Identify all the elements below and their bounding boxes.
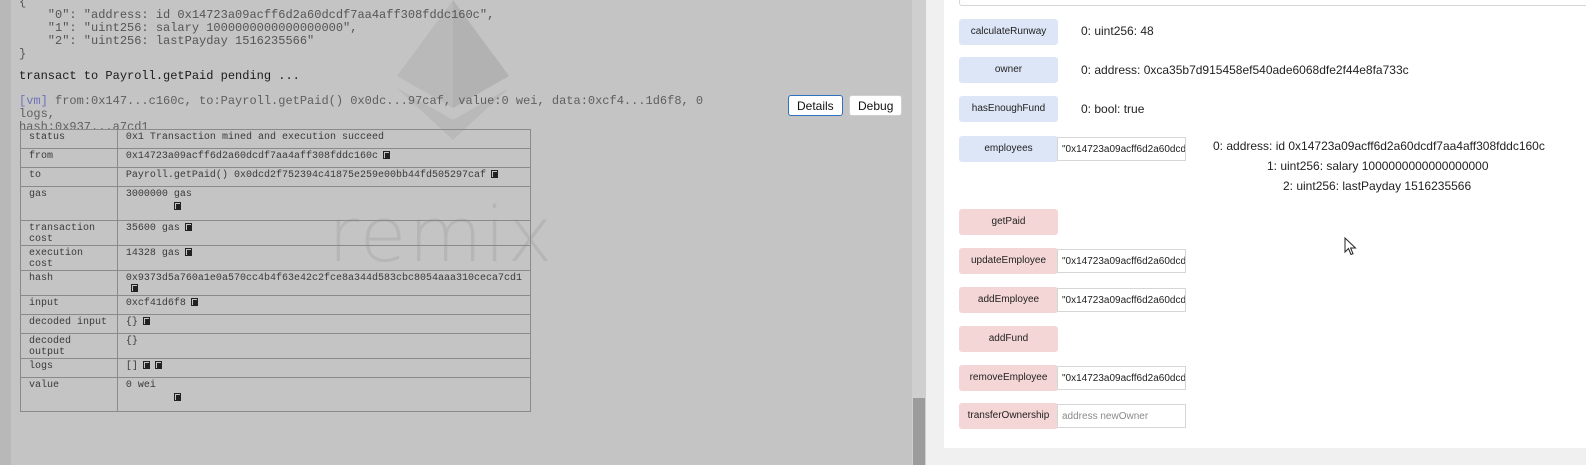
owner-button[interactable]: owner xyxy=(959,57,1058,83)
tx-value: 0xcf41d6f8 xyxy=(125,298,186,309)
tx-value-cell: 0xcf41d6f8 xyxy=(116,295,532,315)
contract-functions-panel: calculateRunway 0: uint256: 48 owner 0: … xyxy=(944,0,1586,448)
owner-result: 0: address: 0xca35b7d915458ef540ade6068d… xyxy=(1081,63,1409,77)
employees-input[interactable]: "0x14723a09acff6d2a60dcdf7aa4aff308fddc1… xyxy=(1057,137,1186,161)
tx-row: from 0x14723a09acff6d2a60dcdf7aa4aff308fd… xyxy=(20,148,532,168)
copy-icon[interactable] xyxy=(490,170,498,178)
copy-icon[interactable] xyxy=(184,248,192,256)
terminal-gutter xyxy=(0,0,11,465)
tx-row: transaction cost 35600 gas xyxy=(20,220,532,246)
tx-value: Payroll.getPaid() 0x0dcd2f752394c41875e2… xyxy=(125,170,486,181)
tx-value: 0x14723a09acff6d2a60dcdf7aa4aff308fddc16… xyxy=(125,151,378,162)
tx-key: gas xyxy=(20,186,118,221)
tx-key: input xyxy=(20,295,118,315)
json-line: "0": "address: id 0x14723a09acff6d2a60dc… xyxy=(19,8,495,22)
employees-result-line: 2: uint256: lastPayday 1516235566 xyxy=(1283,179,1472,193)
vm-tag: [vm] xyxy=(19,94,48,108)
tx-value-cell: 0x9373d5a760a1e0a570cc4b4f63e42c2fce8a34… xyxy=(116,270,532,296)
tx-value-cell: {} xyxy=(116,333,532,359)
tx-value-cell: 3000000 gas xyxy=(116,186,532,221)
tx-value: {} xyxy=(125,317,138,328)
terminal-pane: remix { "0": "address: id 0x14723a09acff… xyxy=(0,0,926,465)
tx-key: from xyxy=(20,148,118,168)
tx-row: input 0xcf41d6f8 xyxy=(20,295,532,315)
tx-value-cell: Payroll.getPaid() 0x0dcd2f752394c41875e2… xyxy=(116,167,532,187)
tx-row: logs [] xyxy=(20,358,532,378)
copy-icon[interactable] xyxy=(382,151,390,159)
tx-value-cell: 0x14723a09acff6d2a60dcdf7aa4aff308fddc16… xyxy=(116,148,532,168)
update-employee-button[interactable]: updateEmployee xyxy=(959,248,1058,274)
tx-key: value xyxy=(20,377,118,412)
tx-row: decoded output {} xyxy=(20,333,532,359)
tx-key: decoded output xyxy=(20,333,118,359)
copy-icon[interactable] xyxy=(173,202,181,210)
tx-value-cell: 35600 gas xyxy=(116,220,532,246)
vm-log-text: from:0x147...c160c, to:Payroll.getPaid()… xyxy=(19,94,704,121)
tx-value: 3000000 gas xyxy=(125,189,192,200)
tx-value-cell: 0 wei xyxy=(116,377,532,412)
pending-message: transact to Payroll.getPaid pending ... xyxy=(19,69,300,83)
debug-button[interactable]: Debug xyxy=(849,95,903,116)
get-paid-button[interactable]: getPaid xyxy=(959,209,1058,235)
json-line: "2": "uint256: lastPayday 1516235566" xyxy=(19,34,315,48)
tx-value-cell: 0x1 Transaction mined and execution succ… xyxy=(116,129,532,149)
mouse-cursor-icon xyxy=(1344,237,1357,256)
transfer-ownership-button[interactable]: transferOwnership xyxy=(959,403,1058,429)
employees-result-line: 0: address: id 0x14723a09acff6d2a60dcdf7… xyxy=(1213,139,1545,153)
copy-icon[interactable] xyxy=(142,317,150,325)
copy-icon[interactable] xyxy=(173,393,181,401)
tx-value-cell: 14328 gas xyxy=(116,245,532,271)
tx-key: transaction cost xyxy=(20,220,118,246)
calculate-runway-result: 0: uint256: 48 xyxy=(1081,24,1154,38)
json-line: "1": "uint256: salary 100000000000000000… xyxy=(19,21,358,35)
employees-button[interactable]: employees xyxy=(959,136,1058,162)
tx-key: hash xyxy=(20,270,118,296)
tx-row: value 0 wei xyxy=(20,377,532,412)
tx-key: to xyxy=(20,167,118,187)
add-employee-input[interactable]: "0x14723a09acff6d2a60dcdf7aa4aff308fddc1… xyxy=(1057,288,1186,312)
remove-employee-button[interactable]: removeEmployee xyxy=(959,365,1058,391)
tx-value: 0x9373d5a760a1e0a570cc4b4f63e42c2fce8a34… xyxy=(125,273,522,284)
copy-icon[interactable] xyxy=(142,361,150,369)
copy-icon[interactable] xyxy=(154,361,162,369)
transfer-ownership-input[interactable]: address newOwner xyxy=(1057,404,1186,428)
remove-employee-input[interactable]: "0x14723a09acff6d2a60dcdf7aa4aff308fddc1… xyxy=(1057,366,1186,390)
tx-row: execution cost 14328 gas xyxy=(20,245,532,271)
tx-row: status 0x1 Transaction mined and executio… xyxy=(20,129,532,149)
details-button[interactable]: Details xyxy=(788,95,843,116)
add-fund-button[interactable]: addFund xyxy=(959,326,1058,352)
panel-top-box xyxy=(959,0,1586,6)
calculate-runway-button[interactable]: calculateRunway xyxy=(959,19,1058,45)
tx-key: decoded input xyxy=(20,314,118,334)
tx-value: [] xyxy=(125,361,138,372)
tx-key: logs xyxy=(20,358,118,378)
tx-key: execution cost xyxy=(20,245,118,271)
tx-value: 14328 gas xyxy=(125,248,180,259)
has-enough-fund-button[interactable]: hasEnoughFund xyxy=(959,96,1058,122)
copy-icon[interactable] xyxy=(130,284,138,292)
add-employee-button[interactable]: addEmployee xyxy=(959,287,1058,313)
transaction-details-table: status 0x1 Transaction mined and executio… xyxy=(20,129,532,412)
tx-key: status xyxy=(20,129,118,149)
tx-value-cell: {} xyxy=(116,314,532,334)
tx-value: 35600 gas xyxy=(125,223,180,234)
returned-json: { "0": "address: id 0x14723a09acff6d2a60… xyxy=(19,0,494,61)
json-line: } xyxy=(19,47,27,61)
tx-value: {} xyxy=(125,336,138,347)
tx-value-cell: [] xyxy=(116,358,532,378)
tx-value: 0x1 Transaction mined and execution succ… xyxy=(125,132,384,143)
tx-row: hash 0x9373d5a760a1e0a570cc4b4f63e42c2fce… xyxy=(20,270,532,296)
tx-value: 0 wei xyxy=(125,380,156,391)
terminal-scrollbar[interactable] xyxy=(912,0,926,465)
scrollbar-thumb[interactable] xyxy=(913,398,925,465)
employees-result-line: 1: uint256: salary 1000000000000000000 xyxy=(1267,159,1489,173)
copy-icon[interactable] xyxy=(190,298,198,306)
has-enough-fund-result: 0: bool: true xyxy=(1081,102,1145,116)
tx-row: to Payroll.getPaid() 0x0dcd2f752394c41875… xyxy=(20,167,532,187)
copy-icon[interactable] xyxy=(184,223,192,231)
tx-row: gas 3000000 gas xyxy=(20,186,532,221)
tx-row: decoded input {} xyxy=(20,314,532,334)
update-employee-input[interactable]: "0x14723a09acff6d2a60dcdf7aa4aff308fddc1… xyxy=(1057,249,1186,273)
